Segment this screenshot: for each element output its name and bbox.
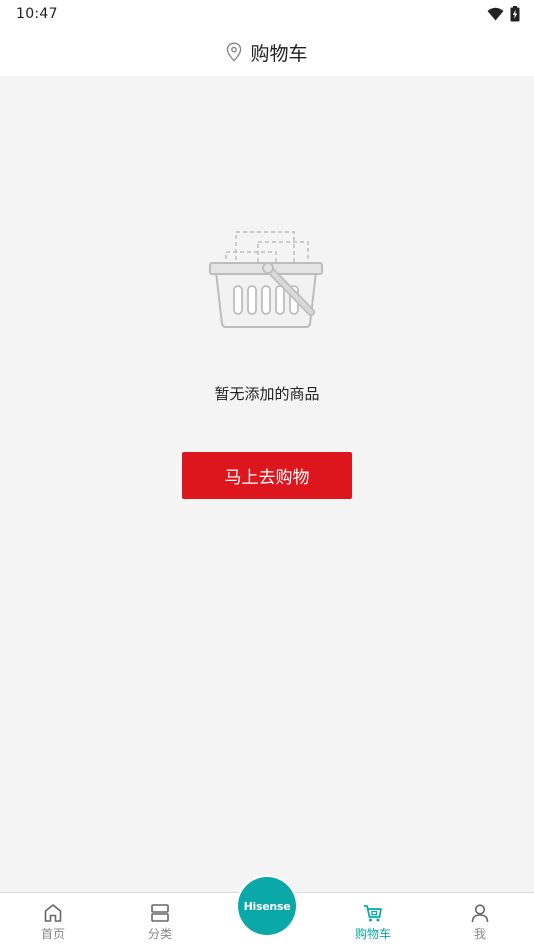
status-bar: 10:47 (0, 0, 534, 28)
user-icon (471, 904, 489, 923)
status-time: 10:47 (16, 6, 58, 22)
location-pin-icon[interactable] (226, 42, 242, 62)
tab-me[interactable]: 我 (440, 893, 520, 948)
tab-home-label: 首页 (40, 927, 65, 941)
home-icon (44, 904, 62, 922)
tab-cart[interactable]: 购物车 (333, 893, 413, 948)
tab-home[interactable]: 首页 (13, 893, 93, 948)
tab-category[interactable]: 分类 (120, 893, 200, 948)
category-icon (151, 904, 169, 922)
cart-icon (364, 905, 382, 922)
tab-me-label: 我 (473, 927, 486, 941)
brand-logo-text: Hisense (243, 899, 291, 913)
battery-charging-icon (510, 6, 520, 22)
status-icons (487, 6, 520, 22)
empty-cart-message: 暂无添加的商品 (214, 385, 320, 403)
go-shopping-button[interactable]: 马上去购物 (182, 452, 352, 499)
wifi-icon (487, 7, 504, 21)
tab-category-label: 分类 (147, 927, 172, 941)
page-header: 购物车 (0, 28, 534, 76)
page-title: 购物车 (250, 42, 308, 65)
tab-cart-label: 购物车 (354, 927, 391, 941)
cart-screen: 10:47 购物车 暂无添加的商品 马上去购物 首页 分类 购物车 我 Hise… (0, 0, 534, 948)
empty-basket-icon (209, 231, 323, 328)
brand-logo-button[interactable]: Hisense (238, 877, 296, 935)
